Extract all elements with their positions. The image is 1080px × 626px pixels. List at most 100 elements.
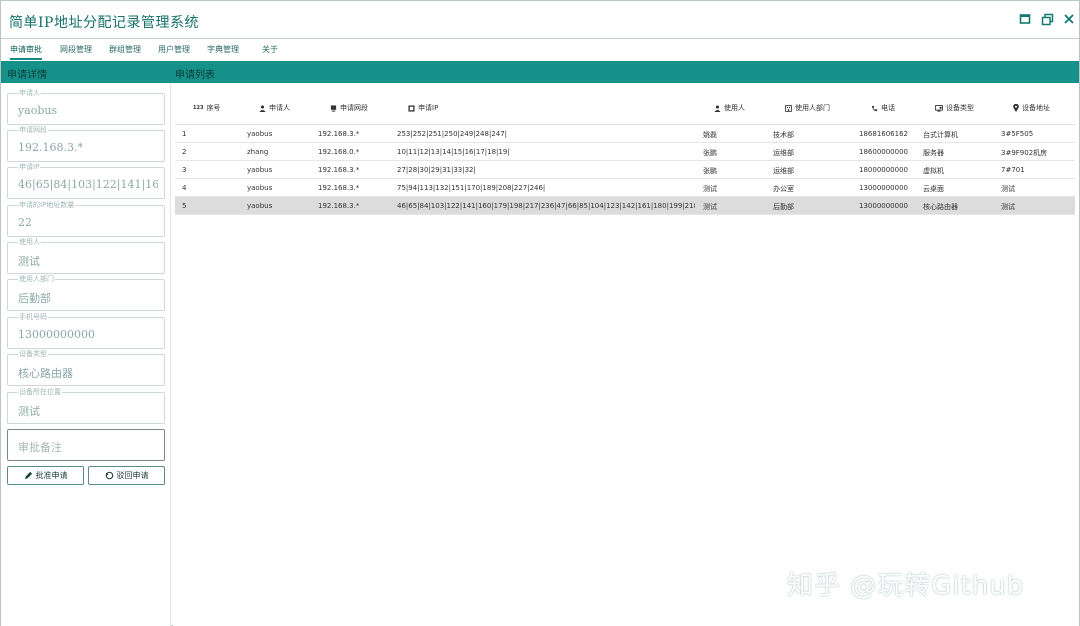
cell-device-location: 测试 (1001, 203, 1015, 211)
department-field[interactable]: 使用人部门 后勤部 (7, 274, 165, 311)
table-header: 123 序号 申请人 申请网段 申请IP 使用人 使用人部门 电话 设备类型 设… (175, 93, 1075, 125)
maximize-button[interactable] (1017, 11, 1033, 27)
cell-phone: 18000000000 (859, 166, 908, 174)
table-row[interactable]: 1 yaobus 192.168.3.* 253|252|251|250|249… (175, 125, 1075, 143)
ip-count-field[interactable]: 申请的IP地址数量 22 (7, 200, 165, 237)
restore-icon (1041, 13, 1053, 25)
field-label: 使用人部门 (18, 274, 55, 284)
reject-button[interactable]: 驳回申请 (88, 466, 165, 485)
tab-about[interactable]: 关于 (262, 44, 278, 55)
column-header[interactable]: 申请IP (408, 103, 438, 113)
cell-index: 4 (182, 184, 187, 192)
field-label: 申请人 (18, 88, 41, 98)
field-value: 测试 (18, 405, 40, 418)
cell-user: 张鹏 (703, 149, 717, 157)
device-icon (935, 104, 943, 112)
cell-segment: 192.168.3.* (318, 202, 360, 210)
cell-department: 后勤部 (773, 203, 794, 211)
tab-user[interactable]: 用户管理 (158, 44, 190, 55)
cell-phone: 18681606162 (859, 130, 908, 138)
cell-index: 5 (182, 202, 187, 210)
column-header[interactable]: 设备地址 (1013, 103, 1050, 113)
cell-index: 3 (182, 166, 187, 174)
cell-segment: 192.168.3.* (318, 166, 360, 174)
field-value: 后勤部 (18, 292, 51, 305)
approve-button-label: 批准申请 (35, 471, 68, 480)
cell-applicant: zhang (247, 148, 269, 156)
cell-ip: 253|252|251|250|249|248|247| (397, 130, 508, 138)
user-icon (259, 104, 266, 112)
reject-button-label: 驳回申请 (116, 471, 149, 480)
cell-applicant: yaobus (247, 184, 273, 192)
cell-applicant: yaobus (247, 166, 273, 174)
field-label: 设备类型 (18, 349, 48, 359)
cell-phone: 18600000000 (859, 148, 908, 156)
applicant-field[interactable]: 申请人 yaobus (7, 88, 165, 125)
building-icon (785, 104, 792, 112)
remark-input[interactable]: 审批备注 (7, 429, 165, 461)
monitor-icon (330, 104, 337, 112)
approve-button[interactable]: 批准申请 (7, 466, 84, 485)
numbers-icon: 123 (193, 105, 204, 111)
cell-department: 办公室 (773, 185, 794, 193)
cell-applicant: yaobus (247, 130, 273, 138)
detail-section-title: 申请详情 (7, 70, 47, 81)
tab-segment[interactable]: 网段管理 (60, 44, 92, 55)
device-type-field[interactable]: 设备类型 核心路由器 (7, 349, 165, 386)
table-row[interactable]: 4 yaobus 192.168.3.* 75|94|113|132|151|1… (175, 179, 1075, 197)
column-header[interactable]: 电话 (871, 103, 895, 113)
field-label: 手机号码 (18, 312, 48, 322)
field-value: 13000000000 (18, 328, 95, 341)
watermark-text: 知乎 @玩转Github (787, 571, 1025, 601)
table-row[interactable]: 2 zhang 192.168.0.* 10|11|12|13|14|15|16… (175, 143, 1075, 161)
tab-approval[interactable]: 申请审批 (10, 44, 42, 60)
cell-device-location: 7#701 (1001, 166, 1025, 174)
app-title: 简单IP地址分配记录管理系统 (9, 15, 199, 31)
column-header[interactable]: 申请网段 (330, 103, 368, 113)
field-value: yaobus (18, 104, 58, 117)
cell-segment: 192.168.3.* (318, 184, 360, 192)
user-field[interactable]: 使用人 测试 (7, 237, 165, 274)
field-label: 申请IP (18, 162, 41, 172)
phone-field[interactable]: 手机号码 13000000000 (7, 312, 165, 349)
cell-device-location: 3#9F902机房 (1001, 149, 1048, 157)
list-panel: 123 序号 申请人 申请网段 申请IP 使用人 使用人部门 电话 设备类型 设… (173, 83, 1079, 626)
cell-device-type: 服务器 (923, 149, 944, 157)
field-label: 使用人 (18, 237, 41, 247)
maximize-icon (1019, 14, 1031, 24)
user-icon (714, 104, 721, 112)
list-section-title: 申请列表 (175, 70, 215, 81)
field-value: 核心路由器 (18, 367, 73, 380)
column-header[interactable]: 使用人 (714, 103, 745, 113)
cell-user: 张鹏 (703, 167, 717, 175)
table-row[interactable]: 3 yaobus 192.168.3.* 27|28|30|29|31|33|3… (175, 161, 1075, 179)
field-label: 申请的IP地址数量 (18, 200, 76, 210)
cell-segment: 192.168.3.* (318, 130, 360, 138)
tab-group[interactable]: 群组管理 (109, 44, 141, 55)
cell-index: 1 (182, 130, 187, 138)
field-value: 测试 (18, 255, 40, 268)
tab-dictionary[interactable]: 字典管理 (207, 44, 239, 55)
cell-user: 测试 (703, 203, 717, 211)
field-value: 192.168.3.* (18, 141, 83, 154)
column-header[interactable]: 使用人部门 (785, 103, 830, 113)
table-row-selected[interactable]: 5 yaobus 192.168.3.* 46|65|84|103|122|14… (175, 197, 1075, 215)
column-header[interactable]: 申请人 (259, 103, 290, 113)
device-location-field[interactable]: 设备所在位置 测试 (7, 387, 165, 424)
cell-device-type: 虚拟机 (923, 167, 944, 175)
column-header[interactable]: 123 序号 (193, 103, 220, 113)
cell-device-type: 台式计算机 (923, 131, 958, 139)
phone-icon (871, 105, 878, 111)
cell-applicant: yaobus (247, 202, 273, 210)
ip-icon (408, 104, 415, 112)
menu-bar: 申请审批 网段管理 群组管理 用户管理 字典管理 关于 (1, 39, 1079, 61)
column-header[interactable]: 设备类型 (935, 103, 974, 113)
cell-department: 技术部 (773, 131, 794, 139)
cell-phone: 13000000000 (859, 202, 908, 210)
ip-field[interactable]: 申请IP 46|65|84|103|122|141|160| (7, 162, 165, 199)
segment-field[interactable]: 申请网段 192.168.3.* (7, 125, 165, 162)
close-button[interactable] (1061, 11, 1077, 27)
cell-user: 姚磊 (703, 131, 717, 139)
field-label: 设备所在位置 (18, 387, 62, 397)
restore-button[interactable] (1039, 11, 1055, 27)
